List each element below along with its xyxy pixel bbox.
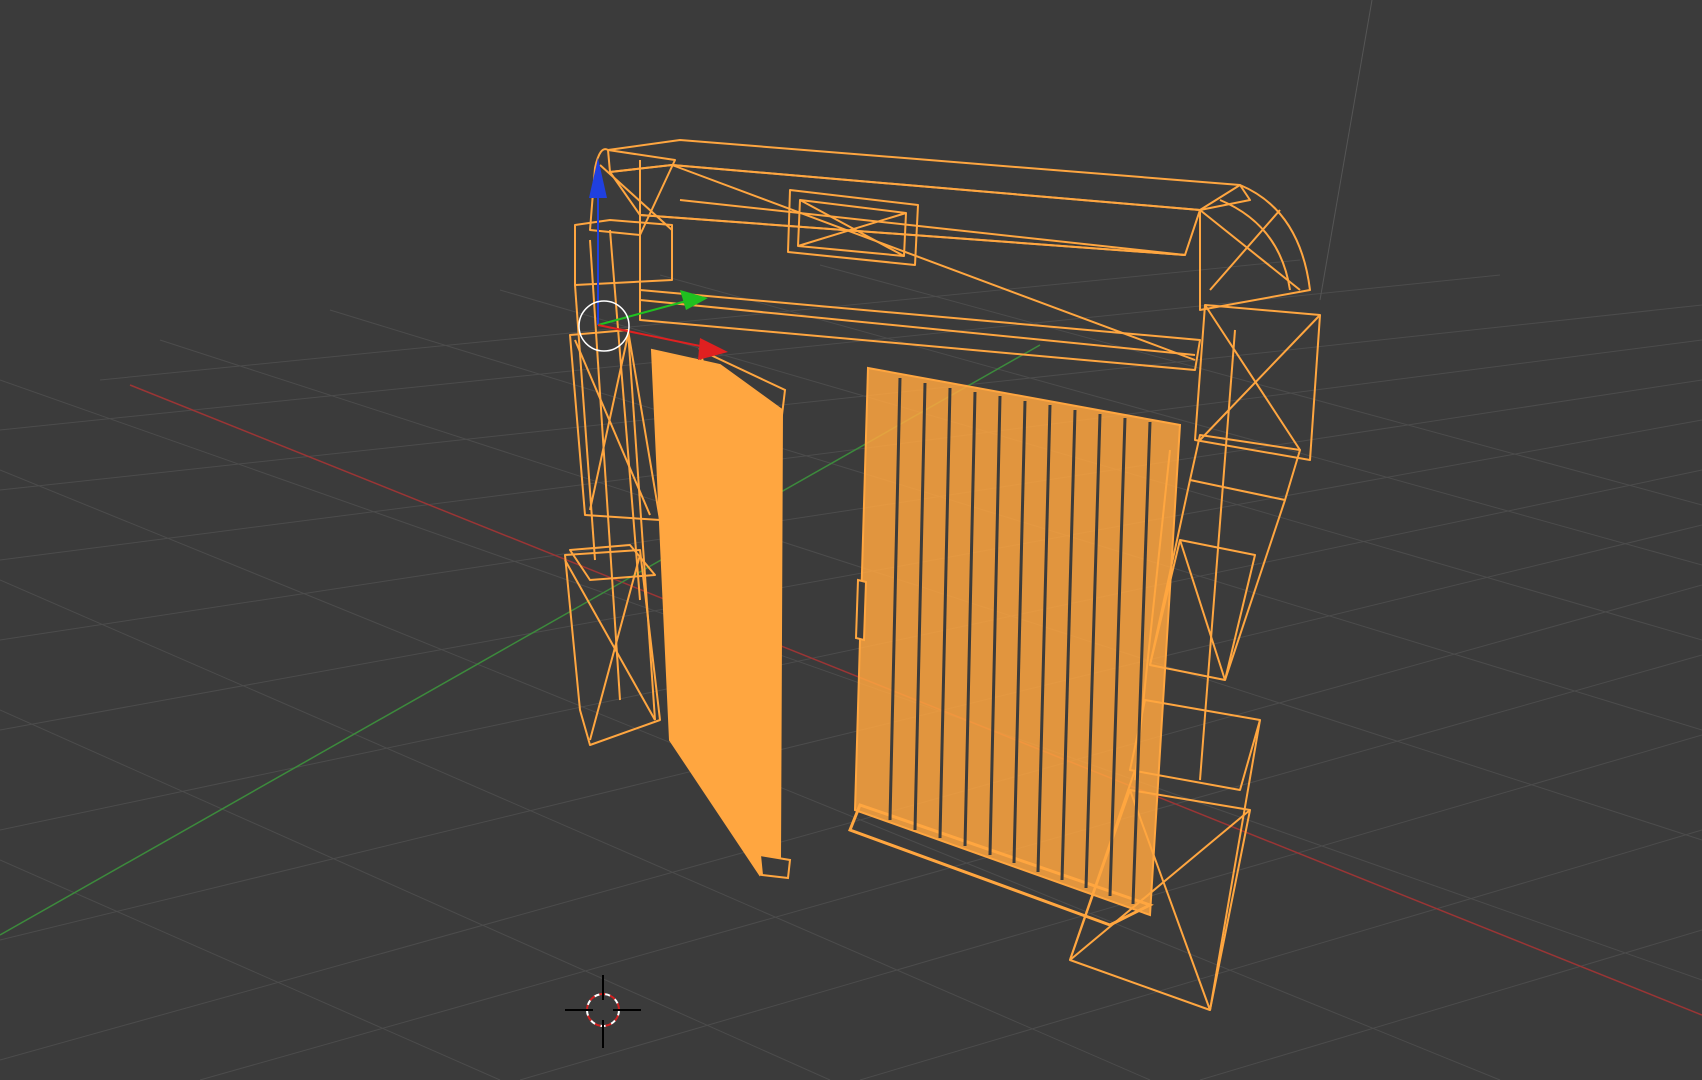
gizmo-x-axis[interactable] [597, 324, 701, 347]
3d-viewport[interactable] [0, 0, 1702, 1080]
left-door-panel[interactable] [650, 348, 792, 880]
viewport-canvas[interactable] [0, 0, 1702, 1080]
z-axis-line [1319, 0, 1373, 301]
floor-grid [0, 259, 1702, 1080]
crosshair-icon[interactable] [565, 975, 641, 1048]
gizmo-z-arrow[interactable] [589, 158, 607, 198]
right-door-panel[interactable] [848, 366, 1182, 927]
